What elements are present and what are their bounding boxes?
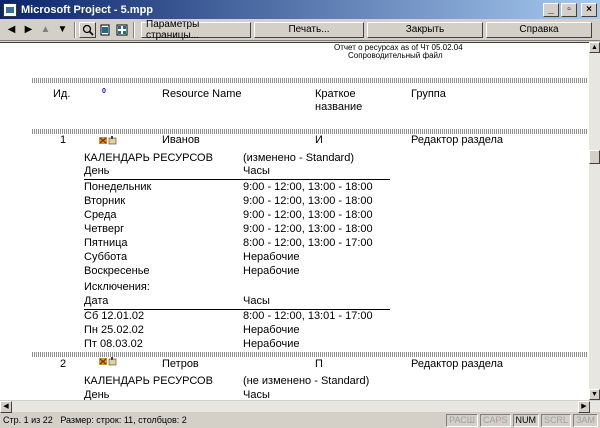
exception-date: Сб 12.01.02 <box>84 310 145 322</box>
exception-hours: 8:00 - 12:00, 13:01 - 17:00 <box>243 310 373 322</box>
weekday-hours: 9:00 - 12:00, 13:00 - 18:00 <box>243 209 373 221</box>
column-header-id: Ид. <box>53 88 71 100</box>
arrow-right-icon[interactable]: ▶ <box>20 22 37 38</box>
weekday-hours: 9:00 - 12:00, 13:00 - 18:00 <box>243 195 373 207</box>
resource-name: Петров <box>162 358 199 370</box>
weekday-name: Воскресенье <box>84 265 150 277</box>
column-header-short-1: Краткое <box>315 88 356 100</box>
weekday-hours: 8:00 - 12:00, 13:00 - 17:00 <box>243 237 373 249</box>
exception-date: Пн 25.02.02 <box>84 324 144 336</box>
resource-icon <box>99 357 117 366</box>
info-icon: 0 <box>102 88 106 95</box>
exception-hours: Нерабочие <box>243 338 300 350</box>
column-header-exception-hours: Часы <box>243 295 270 307</box>
column-header-day: День <box>84 389 110 400</box>
app-icon <box>3 2 17 17</box>
weekday-name: Понедельник <box>84 181 152 193</box>
maximize-icon[interactable]: ▫ <box>561 2 577 17</box>
resource-id: 2 <box>60 358 67 370</box>
column-header-date: Дата <box>84 295 109 307</box>
weekday-name: Среда <box>84 209 117 221</box>
weekday-name: Суббота <box>84 251 128 263</box>
close-button[interactable]: Закрыть <box>367 21 483 38</box>
horizontal-scrollbar[interactable]: ◀ ▶ <box>0 400 600 413</box>
calendar-label: КАЛЕНДАРЬ РЕСУРСОВ <box>84 375 213 387</box>
resource-initials: П <box>315 358 323 370</box>
arrow-down-icon[interactable]: ▼ <box>54 22 71 38</box>
report-subtitle: Сопроводительный файл <box>348 51 443 60</box>
resource-initials: И <box>315 134 323 146</box>
weekday-hours: 9:00 - 12:00, 13:00 - 18:00 <box>243 223 373 235</box>
scrl-indicator: SCRL <box>541 413 572 427</box>
ovr-indicator: ЗАМ <box>573 413 598 427</box>
page-setup-button[interactable]: Параметры страницы... <box>141 19 251 41</box>
scroll-down-icon[interactable]: ▼ <box>589 389 600 400</box>
resource-id: 1 <box>60 134 67 146</box>
resource-group: Редактор раздела <box>411 358 504 370</box>
close-icon[interactable]: × <box>581 2 597 17</box>
vertical-scrollbar[interactable]: ▲ ▼ <box>589 42 600 400</box>
weekday-name: Пятница <box>84 237 128 249</box>
caps-indicator: CAPS <box>480 413 511 427</box>
arrow-left-icon[interactable]: ◀ <box>3 22 20 38</box>
weekday-hours: Нерабочие <box>243 251 300 263</box>
resource-group: Редактор раздела <box>411 134 504 146</box>
title-bar: Microsoft Project - 5.mpp _ ▫ × <box>0 0 600 19</box>
calendar-label: КАЛЕНДАРЬ РЕСУРСОВ <box>84 152 213 164</box>
resource-name: Иванов <box>162 134 200 146</box>
weekday-name: Вторник <box>84 195 126 207</box>
preview-toolbar: ◀ ▶ ▲ ▼ Параметры страницы... Печать... … <box>0 19 600 41</box>
toolbar-separator <box>74 21 76 38</box>
scroll-thumb[interactable] <box>589 150 600 164</box>
row-divider <box>32 129 587 134</box>
multi-page-icon[interactable] <box>113 22 130 38</box>
calendar-status: (изменено - Standard) <box>243 152 354 164</box>
column-header-group: Группа <box>411 88 446 100</box>
help-button[interactable]: Справка <box>486 21 592 38</box>
column-header-day: День <box>84 165 110 177</box>
calendar-divider <box>84 179 390 180</box>
minimize-icon[interactable]: _ <box>543 2 559 17</box>
column-header-name: Resource Name <box>162 88 242 100</box>
column-header-short-2: название <box>315 101 363 113</box>
exception-date: Пт 08.03.02 <box>84 338 143 350</box>
zoom-icon[interactable] <box>79 21 96 38</box>
report-page: Отчет о ресурсах as of Чт 05.02.04 Сопро… <box>0 42 589 400</box>
exceptions-label: Исключения: <box>84 281 150 293</box>
scroll-up-icon[interactable]: ▲ <box>589 42 600 53</box>
arrow-up-icon[interactable]: ▲ <box>37 22 54 38</box>
calendar-status: (не изменено - Standard) <box>243 375 370 387</box>
toolbar-separator <box>133 21 135 38</box>
header-divider <box>32 78 587 83</box>
status-page-info: Стр. 1 из 22 Размер: строк: 11, столбцов… <box>3 415 187 425</box>
ext-indicator: РАСШ <box>446 413 479 427</box>
resource-icon <box>99 136 117 145</box>
status-bar: Стр. 1 из 22 Размер: строк: 11, столбцов… <box>0 412 600 428</box>
one-page-icon[interactable] <box>96 22 113 38</box>
num-indicator: NUM <box>512 413 540 427</box>
column-header-hours: Часы <box>243 165 270 177</box>
column-header-hours: Часы <box>243 389 270 400</box>
weekday-hours: 9:00 - 12:00, 13:00 - 18:00 <box>243 181 373 193</box>
weekday-name: Четверг <box>84 223 125 235</box>
print-button[interactable]: Печать... <box>254 21 364 38</box>
window-title: Microsoft Project - 5.mpp <box>21 3 154 16</box>
weekday-hours: Нерабочие <box>243 265 300 277</box>
exception-hours: Нерабочие <box>243 324 300 336</box>
